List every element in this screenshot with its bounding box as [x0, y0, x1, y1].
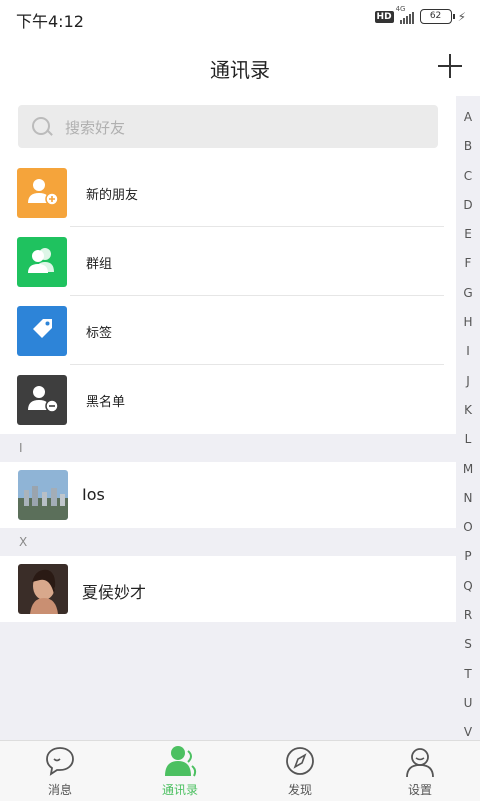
tab-label: 设置: [407, 783, 432, 797]
signal-icon: 4G: [396, 5, 414, 24]
index-letter[interactable]: R: [456, 608, 480, 637]
status-icons: HD 4G 62 ⚡: [374, 5, 466, 24]
index-letter[interactable]: H: [456, 315, 480, 344]
person-add-icon: [17, 168, 67, 218]
index-letter[interactable]: M: [456, 462, 480, 491]
menu-item-label: 新的朋友: [86, 188, 139, 203]
tab-bar: 消息 通讯录 发现 设置: [0, 740, 480, 801]
status-time: 下午4:12: [16, 12, 84, 31]
alphabet-index[interactable]: A B C D E F G H I J K L M N O P Q R S T …: [456, 110, 480, 755]
tab-label: 消息: [47, 783, 72, 797]
index-letter[interactable]: L: [456, 432, 480, 461]
avatar: [18, 564, 68, 614]
index-letter[interactable]: E: [456, 227, 480, 256]
index-letter[interactable]: J: [456, 374, 480, 403]
tab-discover[interactable]: 发现: [240, 741, 360, 801]
hd-badge: HD: [374, 10, 394, 23]
tag-icon: [17, 306, 67, 356]
avatar: [18, 470, 68, 520]
index-letter[interactable]: U: [456, 696, 480, 725]
person-block-icon: [17, 375, 67, 425]
contacts-icon: [165, 746, 197, 777]
search-area: 搜索好友: [0, 96, 456, 158]
index-letter[interactable]: F: [456, 256, 480, 285]
add-icon[interactable]: [438, 54, 462, 78]
chat-bubble-icon: [46, 747, 74, 776]
index-letter[interactable]: N: [456, 491, 480, 520]
page-title: 通讯录: [210, 58, 270, 82]
search-placeholder: 搜索好友: [65, 119, 126, 137]
index-letter[interactable]: K: [456, 403, 480, 432]
index-letter[interactable]: D: [456, 198, 480, 227]
index-letter[interactable]: T: [456, 667, 480, 696]
index-letter[interactable]: P: [456, 549, 480, 578]
tab-label: 通讯录: [161, 783, 198, 797]
tab-contacts[interactable]: 通讯录: [120, 741, 240, 801]
section-header: I: [0, 434, 456, 462]
status-bar: 下午4:12 HD 4G 62 ⚡: [0, 0, 480, 36]
index-letter[interactable]: S: [456, 637, 480, 666]
index-letter[interactable]: I: [456, 344, 480, 373]
compass-icon: [286, 747, 314, 775]
tab-settings[interactable]: 设置: [360, 741, 480, 801]
menu-item-new-friends[interactable]: 新的朋友: [0, 158, 456, 227]
section-header: X: [0, 528, 456, 556]
index-letter[interactable]: B: [456, 139, 480, 168]
index-letter[interactable]: C: [456, 169, 480, 198]
index-letter[interactable]: Q: [456, 579, 480, 608]
tab-label: 发现: [287, 783, 312, 797]
index-letter[interactable]: G: [456, 286, 480, 315]
menu-item-label: 标签: [86, 326, 113, 341]
contact-item[interactable]: 夏侯妙才: [0, 556, 456, 622]
network-type: 4G: [395, 4, 406, 13]
contact-item[interactable]: Ios: [0, 462, 456, 528]
header: 通讯录: [0, 36, 480, 96]
contact-list: 新的朋友 群组 标签 黑名单 I Ios X 夏侯妙才: [0, 158, 456, 622]
contact-name: Ios: [82, 485, 105, 504]
contact-name: 夏侯妙才: [82, 583, 147, 602]
menu-item-tags[interactable]: 标签: [0, 296, 456, 365]
tab-messages[interactable]: 消息: [0, 741, 120, 801]
search-input[interactable]: 搜索好友: [18, 105, 438, 148]
charging-icon: ⚡: [457, 9, 466, 24]
user-settings-icon: [406, 748, 434, 778]
menu-item-label: 群组: [86, 257, 113, 272]
menu-item-blacklist[interactable]: 黑名单: [0, 365, 456, 434]
battery-icon: 62: [419, 9, 455, 24]
search-icon: [32, 117, 50, 135]
index-letter[interactable]: O: [456, 520, 480, 549]
menu-item-groups[interactable]: 群组: [0, 227, 456, 296]
group-icon: [17, 237, 67, 287]
index-letter[interactable]: A: [456, 110, 480, 139]
menu-item-label: 黑名单: [86, 395, 126, 410]
